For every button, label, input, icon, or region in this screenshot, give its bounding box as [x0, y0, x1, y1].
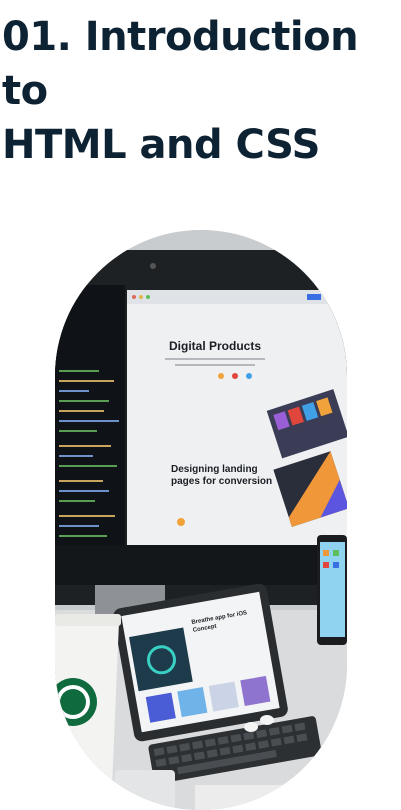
hero-image: Digital Products Designing landing pages…	[55, 230, 347, 810]
lesson-page: 01. Introduction to HTML and CSS Digital…	[0, 0, 401, 810]
lesson-title: 01. Introduction to HTML and CSS	[2, 14, 359, 168]
monitor-tagline: Designing landing pages for conversion	[171, 464, 272, 487]
workspace-photo-icon: Digital Products Designing landing pages…	[55, 230, 347, 810]
monitor-heading: Digital Products	[169, 339, 261, 353]
webcam-icon	[150, 263, 156, 269]
airpods-icon	[260, 715, 274, 725]
